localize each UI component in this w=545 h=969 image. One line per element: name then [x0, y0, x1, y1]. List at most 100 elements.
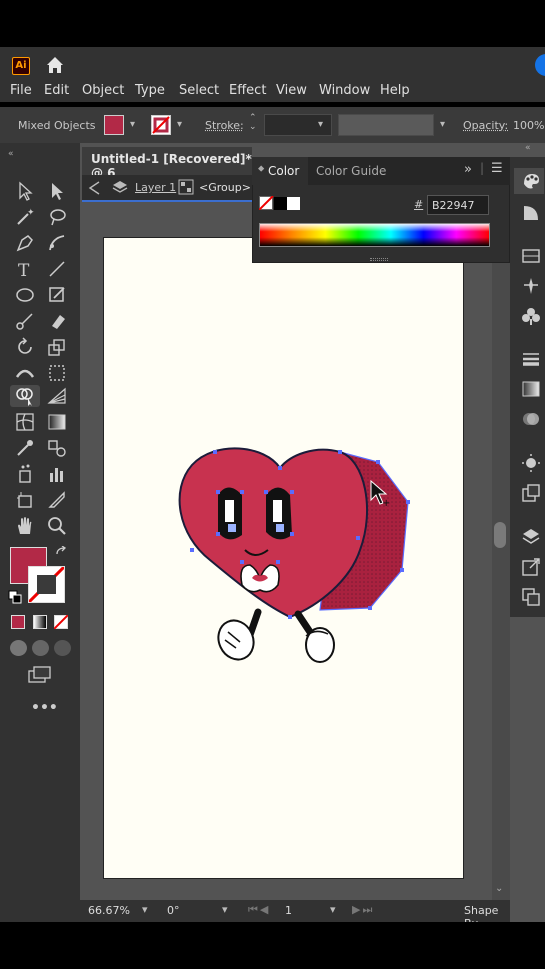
draw-inside-icon[interactable]: [54, 640, 71, 656]
export-icon[interactable]: [520, 556, 542, 578]
opacity-value[interactable]: 100%: [513, 119, 544, 132]
color-mode-button[interactable]: [11, 615, 25, 629]
scissors-tool-icon[interactable]: [14, 310, 36, 332]
symbol-sprayer-tool-icon[interactable]: [14, 463, 36, 485]
graphic-styles-icon[interactable]: [520, 482, 542, 504]
breadcrumb-group[interactable]: <Group>: [199, 181, 251, 194]
scale-tool-icon[interactable]: [46, 336, 68, 358]
stroke-dropdown-icon[interactable]: ▾: [177, 119, 182, 130]
menu-effect[interactable]: Effect: [229, 83, 266, 98]
scrollbar-thumb[interactable]: [494, 522, 506, 548]
panel-menu-icon[interactable]: ☰: [491, 161, 503, 176]
back-arrow-icon[interactable]: [87, 181, 103, 195]
collapse-dock-icon[interactable]: «: [525, 143, 531, 153]
menu-select[interactable]: Select: [179, 83, 219, 98]
none-mode-button[interactable]: [54, 615, 68, 629]
home-icon[interactable]: [44, 54, 66, 76]
fill-dropdown-icon[interactable]: ▾: [130, 119, 135, 130]
swatches-icon[interactable]: [520, 245, 542, 267]
profile-dropdown-icon[interactable]: ▾: [440, 119, 445, 130]
gradient-tool-icon[interactable]: [46, 411, 68, 433]
menu-object[interactable]: Object: [82, 83, 124, 98]
panel-resize-grip[interactable]: [370, 258, 388, 261]
perspective-grid-tool-icon[interactable]: [46, 385, 68, 407]
type-tool-icon[interactable]: T: [14, 258, 36, 280]
line-tool-icon[interactable]: [46, 258, 68, 280]
menu-view[interactable]: View: [276, 83, 307, 98]
symbols-icon[interactable]: [520, 305, 542, 327]
slice-tool-icon[interactable]: [46, 489, 68, 511]
rotate-tool-icon[interactable]: [14, 336, 36, 358]
scroll-down-icon[interactable]: ⌄: [495, 883, 503, 894]
breadcrumb-layer[interactable]: Layer 1: [135, 181, 176, 194]
menu-help[interactable]: Help: [380, 83, 410, 98]
ellipse-tool-icon[interactable]: [14, 284, 36, 306]
vertical-scrollbar[interactable]: [492, 263, 510, 900]
curvature-tool-icon[interactable]: [46, 232, 68, 254]
properties-icon[interactable]: [520, 170, 542, 192]
rotation-dropdown-icon[interactable]: ▾: [222, 903, 228, 916]
layers-panel-icon[interactable]: [520, 526, 542, 548]
lasso-tool-icon[interactable]: [46, 206, 68, 228]
hex-value-field[interactable]: B22947: [427, 195, 489, 215]
zoom-level[interactable]: 66.67%: [88, 904, 130, 917]
swap-fill-stroke-icon[interactable]: [55, 546, 69, 560]
free-transform-tool-icon[interactable]: [46, 362, 68, 384]
gradient-panel-icon[interactable]: [520, 202, 542, 224]
paintbrush-tool-icon[interactable]: [46, 284, 68, 306]
draw-behind-icon[interactable]: [32, 640, 49, 656]
shape-builder-tool-icon[interactable]: [14, 385, 36, 407]
expand-panel-icon[interactable]: »: [464, 162, 472, 177]
stroke-panel-icon[interactable]: [520, 348, 542, 370]
tab-color-guide[interactable]: Color Guide: [316, 164, 386, 178]
zoom-tool-icon[interactable]: [46, 515, 68, 537]
artboard-number[interactable]: 1: [285, 904, 292, 917]
stroke-color-box[interactable]: [27, 565, 66, 604]
magic-wand-tool-icon[interactable]: ✦: [14, 206, 36, 228]
pen-tool-icon[interactable]: [14, 232, 36, 254]
stroke-swatch[interactable]: [151, 115, 171, 135]
width-tool-icon[interactable]: [14, 362, 36, 384]
collapse-panel-icon[interactable]: «: [8, 147, 22, 157]
white-swatch[interactable]: [287, 197, 300, 210]
menu-file[interactable]: File: [10, 83, 32, 98]
blend-tool-icon[interactable]: [46, 437, 68, 459]
first-prev-artboard-icons[interactable]: ⏮◀: [248, 903, 270, 917]
rotation-value[interactable]: 0°: [167, 904, 180, 917]
menu-type[interactable]: Type: [135, 83, 165, 98]
gradient-mode-button[interactable]: [33, 615, 47, 629]
artboard-tool-icon[interactable]: [14, 489, 36, 511]
stroke-label[interactable]: Stroke:: [205, 119, 244, 132]
tab-color[interactable]: ⬥ Color: [252, 157, 308, 185]
stroke-weight-dropdown-icon[interactable]: ▾: [318, 119, 323, 130]
direct-selection-tool-icon[interactable]: [46, 180, 68, 202]
brushes-icon[interactable]: [520, 275, 542, 297]
eyedropper-tool-icon[interactable]: [14, 437, 36, 459]
draw-normal-icon[interactable]: [10, 640, 27, 656]
next-last-artboard-icons[interactable]: ▶⏭: [352, 903, 374, 917]
hand-tool-icon[interactable]: [14, 515, 36, 537]
stroke-stepper-icon[interactable]: ⌃ ⌄: [249, 114, 257, 132]
artboards-panel-icon[interactable]: [520, 586, 542, 608]
artboard-dropdown-icon[interactable]: ▾: [330, 903, 336, 916]
black-swatch[interactable]: [274, 197, 287, 210]
transparency-icon[interactable]: [520, 408, 542, 430]
zoom-dropdown-icon[interactable]: ▾: [142, 903, 148, 916]
mesh-tool-icon[interactable]: [14, 411, 36, 433]
variable-width-profile[interactable]: [338, 114, 434, 136]
gradient-swatch-icon[interactable]: [520, 378, 542, 400]
none-swatch[interactable]: [259, 196, 275, 210]
menu-window[interactable]: Window: [319, 83, 370, 98]
heart-character-illustration[interactable]: [170, 440, 420, 670]
default-colors-icon[interactable]: [8, 590, 22, 604]
color-spectrum[interactable]: [259, 223, 490, 247]
opacity-label[interactable]: Opacity:: [463, 119, 508, 132]
fill-swatch[interactable]: [104, 115, 124, 135]
eraser-tool-icon[interactable]: [46, 310, 68, 332]
menu-edit[interactable]: Edit: [44, 83, 69, 98]
document-tab[interactable]: Untitled-1 [Recovered]* @ 6: [82, 147, 252, 180]
appearance-icon[interactable]: [520, 452, 542, 474]
screen-mode-icon[interactable]: [28, 666, 52, 684]
edit-toolbar-icon[interactable]: •••: [31, 700, 58, 716]
selection-tool-icon[interactable]: [14, 180, 36, 202]
